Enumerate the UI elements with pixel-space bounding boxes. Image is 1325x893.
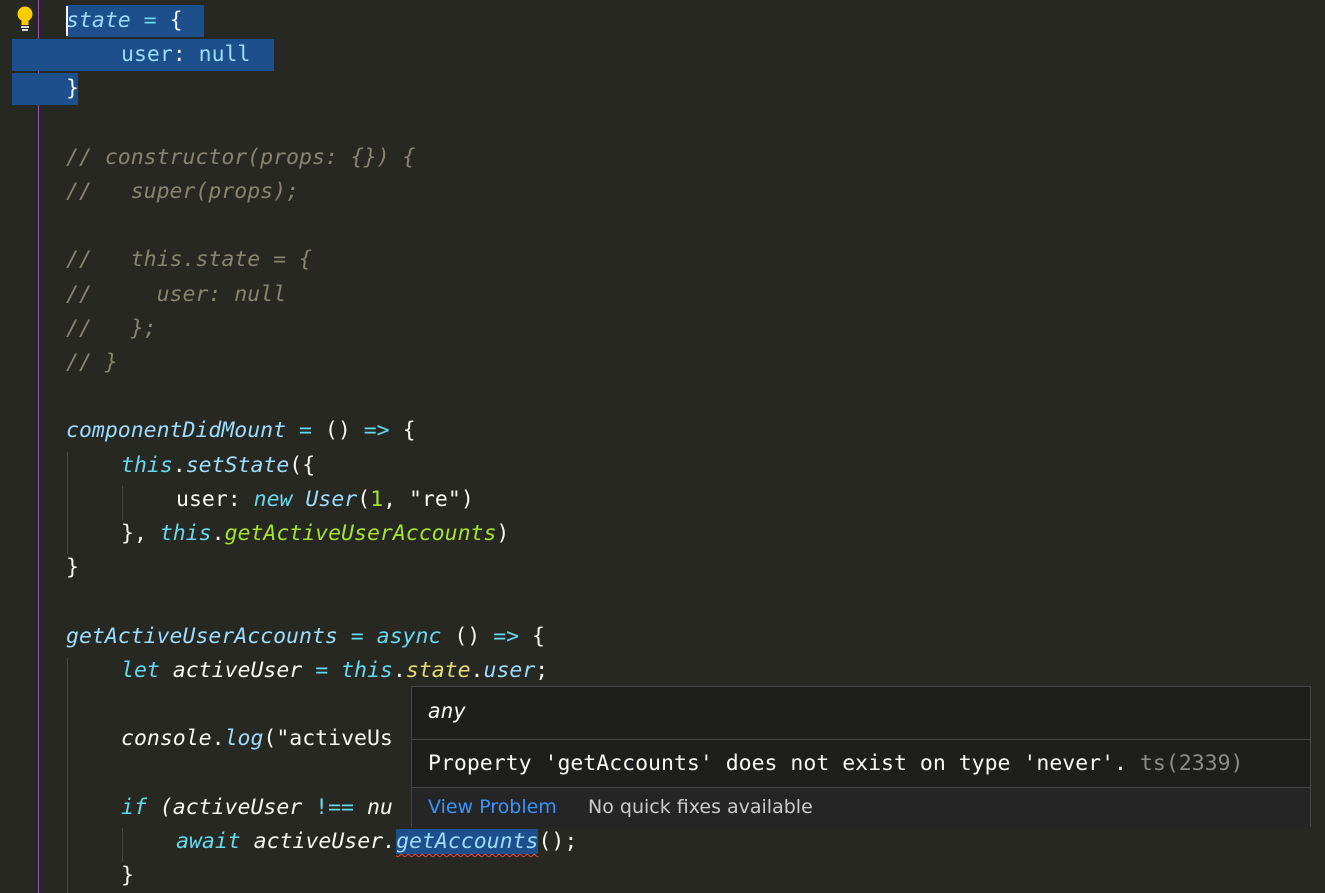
token: getActiveUserAccounts	[66, 624, 338, 649]
hover-type: any	[428, 699, 466, 723]
code-line[interactable]: }	[66, 72, 79, 106]
token: =	[315, 658, 342, 683]
error-message: Property 'getAccounts' does not exist on…	[428, 751, 1127, 776]
token: .	[172, 453, 186, 478]
indent-guide	[122, 486, 123, 520]
token: =	[337, 624, 377, 649]
hover-divider	[412, 739, 1310, 740]
token: user:	[176, 487, 254, 512]
code-line[interactable]: console.log("activeUs	[121, 722, 393, 756]
token: =	[130, 8, 170, 33]
token: this	[121, 453, 173, 478]
code-line[interactable]: user: null	[121, 38, 250, 72]
code-line[interactable]: user: new User(1, "re")	[176, 483, 474, 517]
token: await	[176, 829, 241, 854]
token: async	[376, 624, 442, 649]
token: if	[121, 795, 147, 820]
code-line[interactable]: if (activeUser !== nu	[121, 791, 393, 825]
token: nu	[354, 795, 393, 820]
code-line[interactable]: // };	[66, 312, 157, 346]
token: {	[169, 8, 183, 33]
token: )	[496, 521, 510, 546]
token: .	[470, 658, 484, 683]
token: componentDidMount	[66, 418, 287, 443]
token: ();	[538, 829, 578, 854]
code-line[interactable]: }	[121, 859, 134, 893]
token: .	[211, 521, 225, 546]
code-line[interactable]: await activeUser.getAccounts();	[176, 825, 577, 859]
token: ()	[324, 418, 351, 443]
code-line[interactable]: // super(props);	[66, 175, 299, 209]
token: this	[159, 521, 212, 546]
view-problem-link[interactable]: View Problem	[428, 796, 557, 818]
token: =	[286, 418, 325, 443]
token: activeUser	[159, 658, 316, 683]
token: null	[198, 42, 251, 67]
code-line[interactable]: }, this.getActiveUserAccounts)	[121, 517, 509, 551]
indent-guide	[67, 658, 68, 893]
hover-tooltip: any Property 'getAccounts' does not exis…	[411, 686, 1311, 827]
token: (activeUser	[146, 795, 316, 820]
code-line[interactable]: getActiveUserAccounts = async () => {	[66, 620, 545, 654]
indent-guide	[122, 828, 123, 862]
token: user	[483, 658, 536, 683]
token: ()	[441, 624, 481, 649]
token: getActiveUserAccounts	[224, 521, 497, 546]
code-line[interactable]: state = {	[66, 4, 183, 38]
token: (	[357, 487, 371, 512]
code-line[interactable]: // this.state = {	[66, 243, 312, 277]
code-line[interactable]: // constructor(props: {}) {	[66, 141, 416, 175]
token: 1	[370, 487, 384, 512]
token: user	[121, 42, 173, 67]
hover-actions-bar: View Problem No quick fixes available	[412, 787, 1310, 827]
token: activeUser.	[240, 829, 397, 854]
token: =>	[480, 624, 533, 649]
code-line[interactable]: componentDidMount = () => {	[66, 414, 416, 448]
code-line[interactable]: }	[66, 551, 79, 585]
token: ,	[383, 487, 410, 512]
token: },	[121, 521, 160, 546]
no-quick-fixes-label: No quick fixes available	[588, 796, 813, 818]
error-code: ts(2339)	[1139, 751, 1244, 776]
token: User	[305, 487, 358, 512]
token: ({	[289, 453, 316, 478]
token: }	[121, 863, 134, 888]
token: {	[402, 418, 416, 443]
token: }	[66, 76, 79, 101]
token: state	[66, 8, 131, 33]
token: ("activeUs	[263, 726, 393, 751]
token: }	[66, 555, 79, 580]
token: :	[172, 42, 199, 67]
token: )	[460, 487, 474, 512]
code-line[interactable]: // }	[66, 346, 118, 380]
token: let	[121, 658, 160, 683]
token: !==	[315, 795, 355, 820]
code-line[interactable]: // user: null	[66, 278, 286, 312]
code-editor[interactable]: state = { user: null } // constructor(pr…	[0, 0, 1325, 893]
indent-guide	[67, 452, 68, 554]
token: setState	[185, 453, 290, 478]
token: =>	[350, 418, 403, 443]
code-line[interactable]: this.setState({	[121, 449, 315, 483]
hover-message: Property 'getAccounts' does not exist on…	[428, 747, 1244, 781]
token: "re"	[409, 487, 461, 512]
token: .	[392, 658, 406, 683]
token: log	[224, 726, 264, 751]
error-token[interactable]: getAccounts	[396, 829, 539, 854]
token: state	[405, 658, 471, 683]
token: this	[341, 658, 393, 683]
token: new	[253, 487, 293, 512]
code-line[interactable]: let activeUser = this.state.user;	[121, 654, 548, 688]
token: {	[532, 624, 545, 649]
token: ;	[535, 658, 549, 683]
token: console	[121, 726, 212, 751]
token: .	[211, 726, 225, 751]
